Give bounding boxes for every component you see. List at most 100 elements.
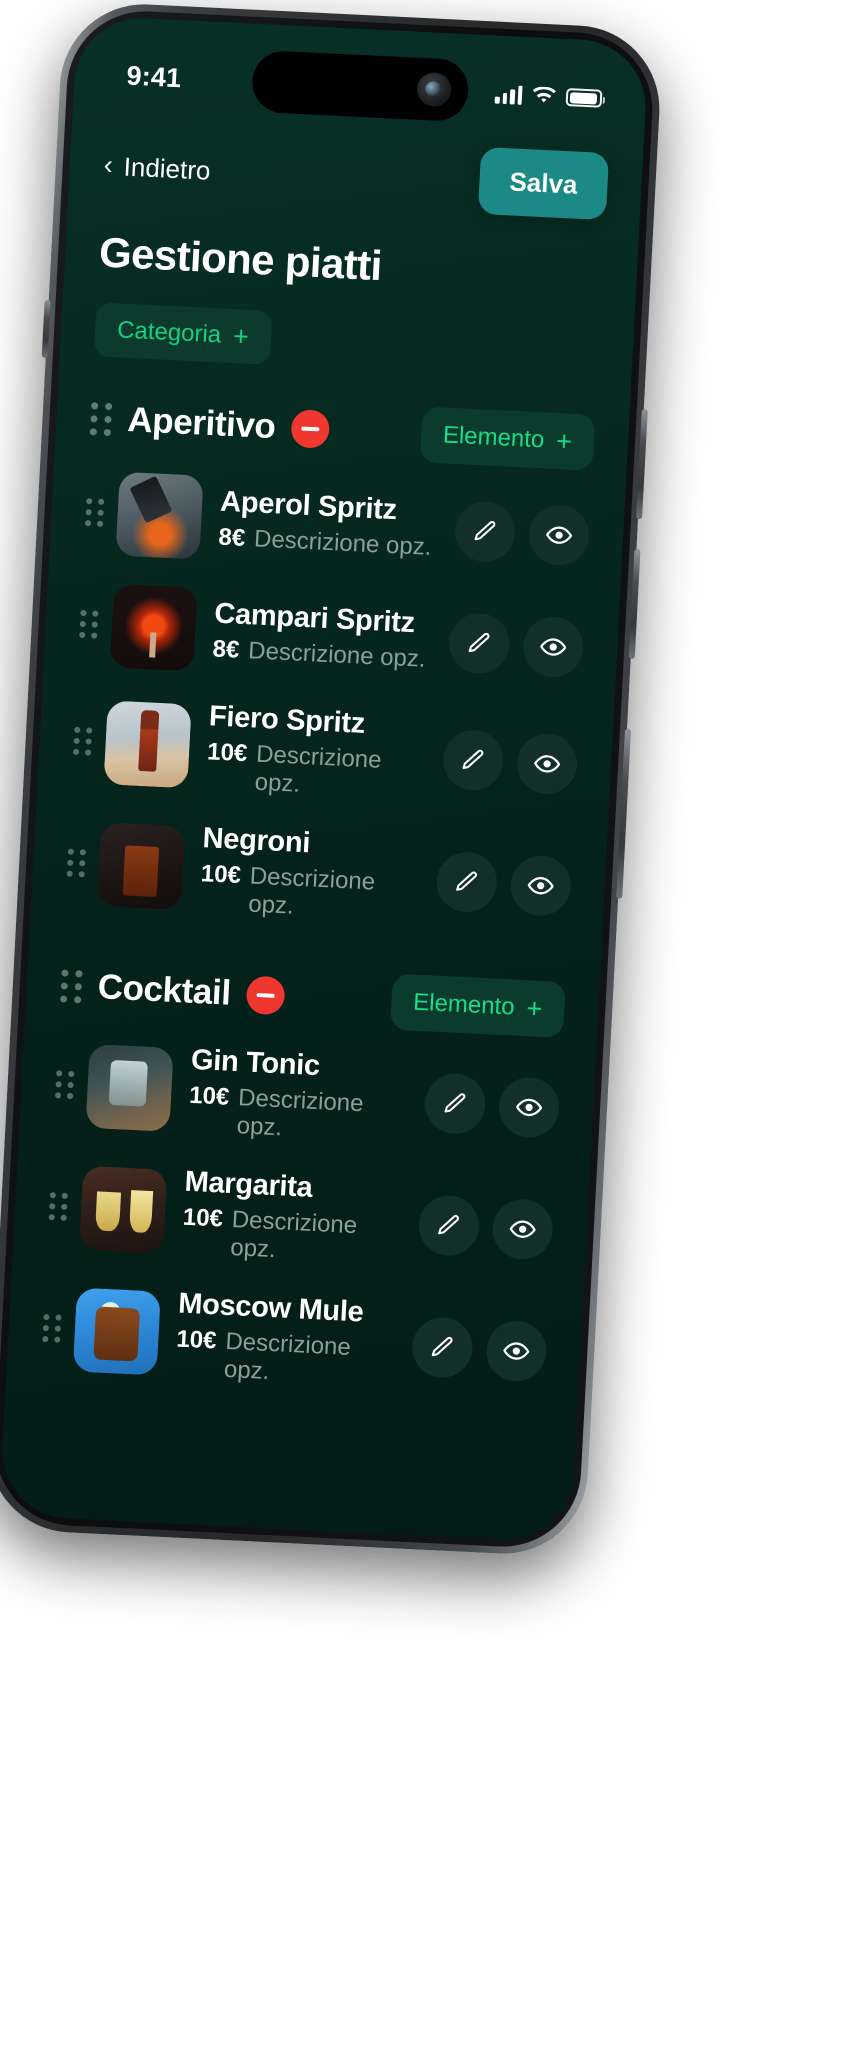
dish-name: Moscow Mule xyxy=(177,1287,365,1329)
dish-price: 8€ xyxy=(217,523,246,552)
drag-handle-icon[interactable] xyxy=(79,609,99,639)
dish-thumbnail xyxy=(79,1165,168,1254)
plus-icon: + xyxy=(525,992,544,1024)
dish-price: 8€ xyxy=(211,635,241,664)
dish-description: Descrizione opz. xyxy=(254,740,383,798)
dish-text: Moscow Mule 10€ Descrizione opz. xyxy=(170,1287,401,1392)
screenshot-stage: 9:41 ‹ Indietro Salva Gestione piatti Ca… xyxy=(0,0,848,2048)
dish-subline: 10€ Descrizione opz. xyxy=(174,1325,399,1392)
eye-icon[interactable] xyxy=(515,732,579,796)
navigation-bar: ‹ Indietro Salva xyxy=(102,129,610,226)
dish-actions xyxy=(453,500,591,567)
add-category-button[interactable]: Categoria + xyxy=(93,302,273,365)
add-category-label: Categoria xyxy=(116,316,222,349)
dish-row[interactable]: Fiero Spritz 10€ Descrizione opz. xyxy=(70,680,580,826)
dish-description: Descrizione opz. xyxy=(247,862,376,920)
dish-text: Campari Spritz 8€ Descrizione opz. xyxy=(208,597,437,674)
add-item-button[interactable]: Elemento + xyxy=(419,406,596,471)
dish-description: Descrizione opz. xyxy=(247,637,427,673)
eye-icon[interactable] xyxy=(521,615,585,679)
dish-price: 10€ xyxy=(182,1203,224,1233)
drag-handle-icon[interactable] xyxy=(59,968,83,1003)
drag-handle-icon[interactable] xyxy=(72,726,93,756)
dish-row[interactable]: Moscow Mule 10€ Descrizione opz. xyxy=(40,1267,550,1413)
eye-icon[interactable] xyxy=(491,1197,555,1261)
category-header-left: Aperitivo xyxy=(89,398,331,450)
dish-thumbnail xyxy=(115,471,204,560)
dish-description: Descrizione opz. xyxy=(229,1206,358,1264)
dish-price: 10€ xyxy=(206,738,248,768)
dish-text: Fiero Spritz 10€ Descrizione opz. xyxy=(201,700,432,805)
sections-list: Aperitivo Elemento + Aperol Spritz 8€ Descriz… xyxy=(40,390,596,1413)
pencil-icon[interactable] xyxy=(423,1072,487,1136)
dish-actions xyxy=(435,850,573,918)
category-header: Cocktail Elemento + xyxy=(59,957,566,1038)
eye-icon[interactable] xyxy=(509,854,573,918)
category-header: Aperitivo Elemento + xyxy=(89,390,596,471)
dish-name: Aperol Spritz xyxy=(219,485,398,527)
status-bar-time: 9:41 xyxy=(125,60,183,93)
phone-screen: 9:41 ‹ Indietro Salva Gestione piatti Ca… xyxy=(0,15,649,1543)
dish-text: Negroni 10€ Descrizione opz. xyxy=(195,822,426,927)
dish-actions xyxy=(441,728,579,796)
drag-handle-icon[interactable] xyxy=(42,1313,62,1343)
drag-handle-icon[interactable] xyxy=(89,401,113,436)
plus-icon: + xyxy=(232,320,250,352)
iphone-device-mockup: 9:41 ‹ Indietro Salva Gestione piatti Ca… xyxy=(0,0,664,1558)
drag-handle-icon[interactable] xyxy=(54,1070,75,1100)
dish-subline: 10€ Descrizione opz. xyxy=(205,738,430,805)
dish-text: Aperol Spritz 8€ Descrizione opz. xyxy=(214,485,443,562)
eye-icon[interactable] xyxy=(484,1319,548,1383)
dish-actions xyxy=(447,612,585,679)
dish-text: Margarita 10€ Descrizione opz. xyxy=(177,1166,408,1271)
pencil-icon[interactable] xyxy=(453,500,517,564)
category-section: Cocktail Elemento + Gin Tonic 10€ Descrizione… xyxy=(40,957,566,1413)
dish-row[interactable]: Gin Tonic 10€ Descrizione opz. xyxy=(52,1023,562,1169)
drag-handle-icon[interactable] xyxy=(84,498,105,527)
dish-row[interactable]: Negroni 10€ Descrizione opz. xyxy=(64,802,574,948)
pencil-icon[interactable] xyxy=(447,612,511,675)
dish-actions xyxy=(410,1316,548,1383)
dish-description: Descrizione opz. xyxy=(236,1084,365,1142)
category-title: Cocktail xyxy=(96,967,232,1013)
page-title: Gestione piatti xyxy=(98,228,383,290)
add-item-button[interactable]: Elemento + xyxy=(389,973,566,1038)
dish-text: Gin Tonic 10€ Descrizione opz. xyxy=(183,1044,414,1149)
minus-circle-icon[interactable] xyxy=(245,975,286,1016)
dish-name: Campari Spritz xyxy=(213,597,416,640)
pencil-icon[interactable] xyxy=(441,728,505,792)
dish-thumbnail xyxy=(109,583,198,672)
eye-icon[interactable] xyxy=(527,503,591,567)
drag-handle-icon[interactable] xyxy=(66,848,86,878)
category-title: Aperitivo xyxy=(126,400,277,447)
dish-name: Margarita xyxy=(183,1165,314,1204)
drag-handle-icon[interactable] xyxy=(48,1192,68,1221)
dish-price: 10€ xyxy=(200,860,242,890)
dish-subline: 8€ Descrizione opz. xyxy=(218,524,441,563)
dish-subline: 10€ Descrizione opz. xyxy=(187,1082,412,1149)
pencil-icon[interactable] xyxy=(417,1194,481,1258)
dish-name: Negroni xyxy=(201,822,311,860)
dish-row[interactable]: Margarita 10€ Descrizione opz. xyxy=(46,1145,556,1291)
minus-circle-icon[interactable] xyxy=(290,409,331,449)
dish-description: Descrizione opz. xyxy=(253,525,433,561)
category-section: Aperitivo Elemento + Aperol Spritz 8€ Descriz… xyxy=(64,390,596,948)
dish-description: Descrizione opz. xyxy=(223,1327,352,1386)
back-button-label: Indietro xyxy=(122,151,212,186)
dish-price: 10€ xyxy=(175,1325,218,1355)
dish-subline: 8€ Descrizione opz. xyxy=(212,635,435,674)
dish-name: Gin Tonic xyxy=(190,1043,321,1083)
plus-icon: + xyxy=(555,425,573,457)
dish-price: 10€ xyxy=(188,1081,230,1111)
status-bar-indicators xyxy=(494,84,603,108)
pencil-icon[interactable] xyxy=(410,1316,474,1379)
back-button[interactable]: ‹ Indietro xyxy=(103,129,212,187)
save-button[interactable]: Salva xyxy=(477,146,610,221)
eye-icon[interactable] xyxy=(497,1075,561,1139)
dish-name: Fiero Spritz xyxy=(208,700,366,740)
add-item-label: Elemento xyxy=(412,988,516,1021)
battery-icon xyxy=(565,88,603,108)
pencil-icon[interactable] xyxy=(435,850,499,914)
wifi-icon xyxy=(532,86,557,105)
category-header-left: Cocktail xyxy=(59,965,286,1016)
